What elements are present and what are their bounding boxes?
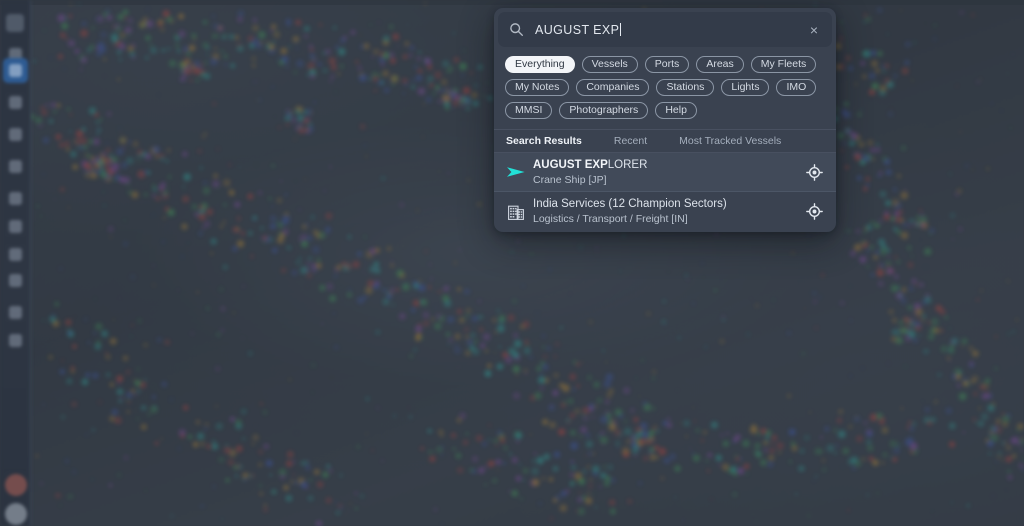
tab-search-results[interactable]: Search Results — [506, 135, 582, 147]
tab-recent[interactable]: Recent — [614, 135, 647, 147]
search-input[interactable]: AUGUST EXP — [535, 22, 806, 37]
sidebar-item-2[interactable] — [3, 58, 28, 83]
result-tabs: Search Results Recent Most Tracked Vessels — [494, 129, 836, 153]
lights-icon — [9, 334, 22, 347]
search-result-title-rest: India Services (12 Champion Sectors) — [533, 198, 727, 210]
locate-target-icon[interactable] — [804, 162, 824, 182]
company-building-icon — [505, 201, 527, 223]
photos-icon — [9, 128, 22, 141]
search-result-title: India Services (12 Champion Sectors) — [533, 197, 804, 211]
search-panel: AUGUST EXP × Everything Vessels Ports Areas… — [494, 8, 836, 232]
ports-icon — [9, 96, 22, 109]
weather-icon — [9, 248, 22, 261]
search-result-title-match: AUGUST EXP — [533, 158, 608, 171]
filter-chip-mmsi[interactable]: MMSI — [505, 102, 553, 119]
filter-chip-photographers[interactable]: Photographers — [559, 102, 649, 119]
clear-search-button[interactable]: × — [806, 22, 822, 38]
stations-icon — [9, 306, 22, 319]
left-sidebar[interactable] — [0, 0, 31, 526]
text-caret — [620, 22, 622, 36]
tools-icon — [9, 274, 22, 287]
search-result-subtitle: Logistics / Transport / Freight [IN] — [533, 213, 688, 225]
notes-icon — [9, 192, 22, 205]
search-results-list: AUGUST EXPLORER Crane Ship [JP] India Serv… — [494, 153, 836, 232]
sidebar-item-9[interactable] — [3, 268, 28, 293]
sidebar-item-11[interactable] — [3, 328, 28, 353]
vessel-arrow-icon — [505, 161, 527, 183]
sidebar-item-4[interactable] — [3, 122, 28, 147]
sidebar-item-6[interactable] — [3, 186, 28, 211]
filter-chip-imo[interactable]: IMO — [776, 79, 817, 96]
filter-chip-help[interactable]: Help — [655, 102, 697, 119]
app-logo[interactable] — [6, 14, 24, 32]
user-avatar[interactable] — [5, 503, 27, 525]
search-result-text: India Services (12 Champion Sectors) Logi… — [533, 197, 804, 226]
notifications-avatar[interactable] — [5, 474, 27, 496]
filter-chip-everything[interactable]: Everything — [505, 56, 575, 73]
filter-chip-companies[interactable]: Companies — [576, 79, 650, 96]
filter-chip-stations[interactable]: Stations — [656, 79, 715, 96]
filter-chip-my-fleets[interactable]: My Fleets — [750, 56, 817, 73]
filter-chip-vessels[interactable]: Vessels — [581, 56, 638, 73]
app-window: AUGUST EXP × Everything Vessels Ports Areas… — [0, 0, 1024, 526]
filter-chip-my-notes[interactable]: My Notes — [505, 79, 570, 96]
search-result-row[interactable]: AUGUST EXPLORER Crane Ship [JP] — [494, 153, 836, 192]
filter-chip-areas[interactable]: Areas — [696, 56, 744, 73]
search-result-title: AUGUST EXPLORER — [533, 158, 804, 172]
search-input-value: AUGUST EXP — [535, 22, 620, 37]
sidebar-item-5[interactable] — [3, 154, 28, 179]
vessels-icon — [9, 64, 22, 77]
layers-icon — [9, 220, 22, 233]
sidebar-item-8[interactable] — [3, 242, 28, 267]
search-bar[interactable]: AUGUST EXP × — [498, 12, 832, 47]
locate-target-icon[interactable] — [804, 202, 824, 222]
search-result-subtitle: Crane Ship [JP] — [533, 173, 607, 186]
filter-chips: Everything Vessels Ports Areas My Fleets My N… — [494, 47, 836, 129]
search-result-row[interactable]: India Services (12 Champion Sectors) Logi… — [494, 192, 836, 231]
sidebar-item-7[interactable] — [3, 214, 28, 239]
search-icon — [509, 22, 524, 37]
top-strip — [0, 0, 1024, 5]
tab-most-tracked-vessels[interactable]: Most Tracked Vessels — [679, 135, 781, 147]
sidebar-item-3[interactable] — [3, 90, 28, 115]
sidebar-item-10[interactable] — [3, 300, 28, 325]
filter-chip-lights[interactable]: Lights — [721, 79, 770, 96]
filter-chip-ports[interactable]: Ports — [644, 56, 690, 73]
search-result-text: AUGUST EXPLORER Crane Ship [JP] — [533, 158, 804, 187]
search-result-title-rest: LORER — [607, 158, 648, 171]
fleets-icon — [9, 160, 22, 173]
